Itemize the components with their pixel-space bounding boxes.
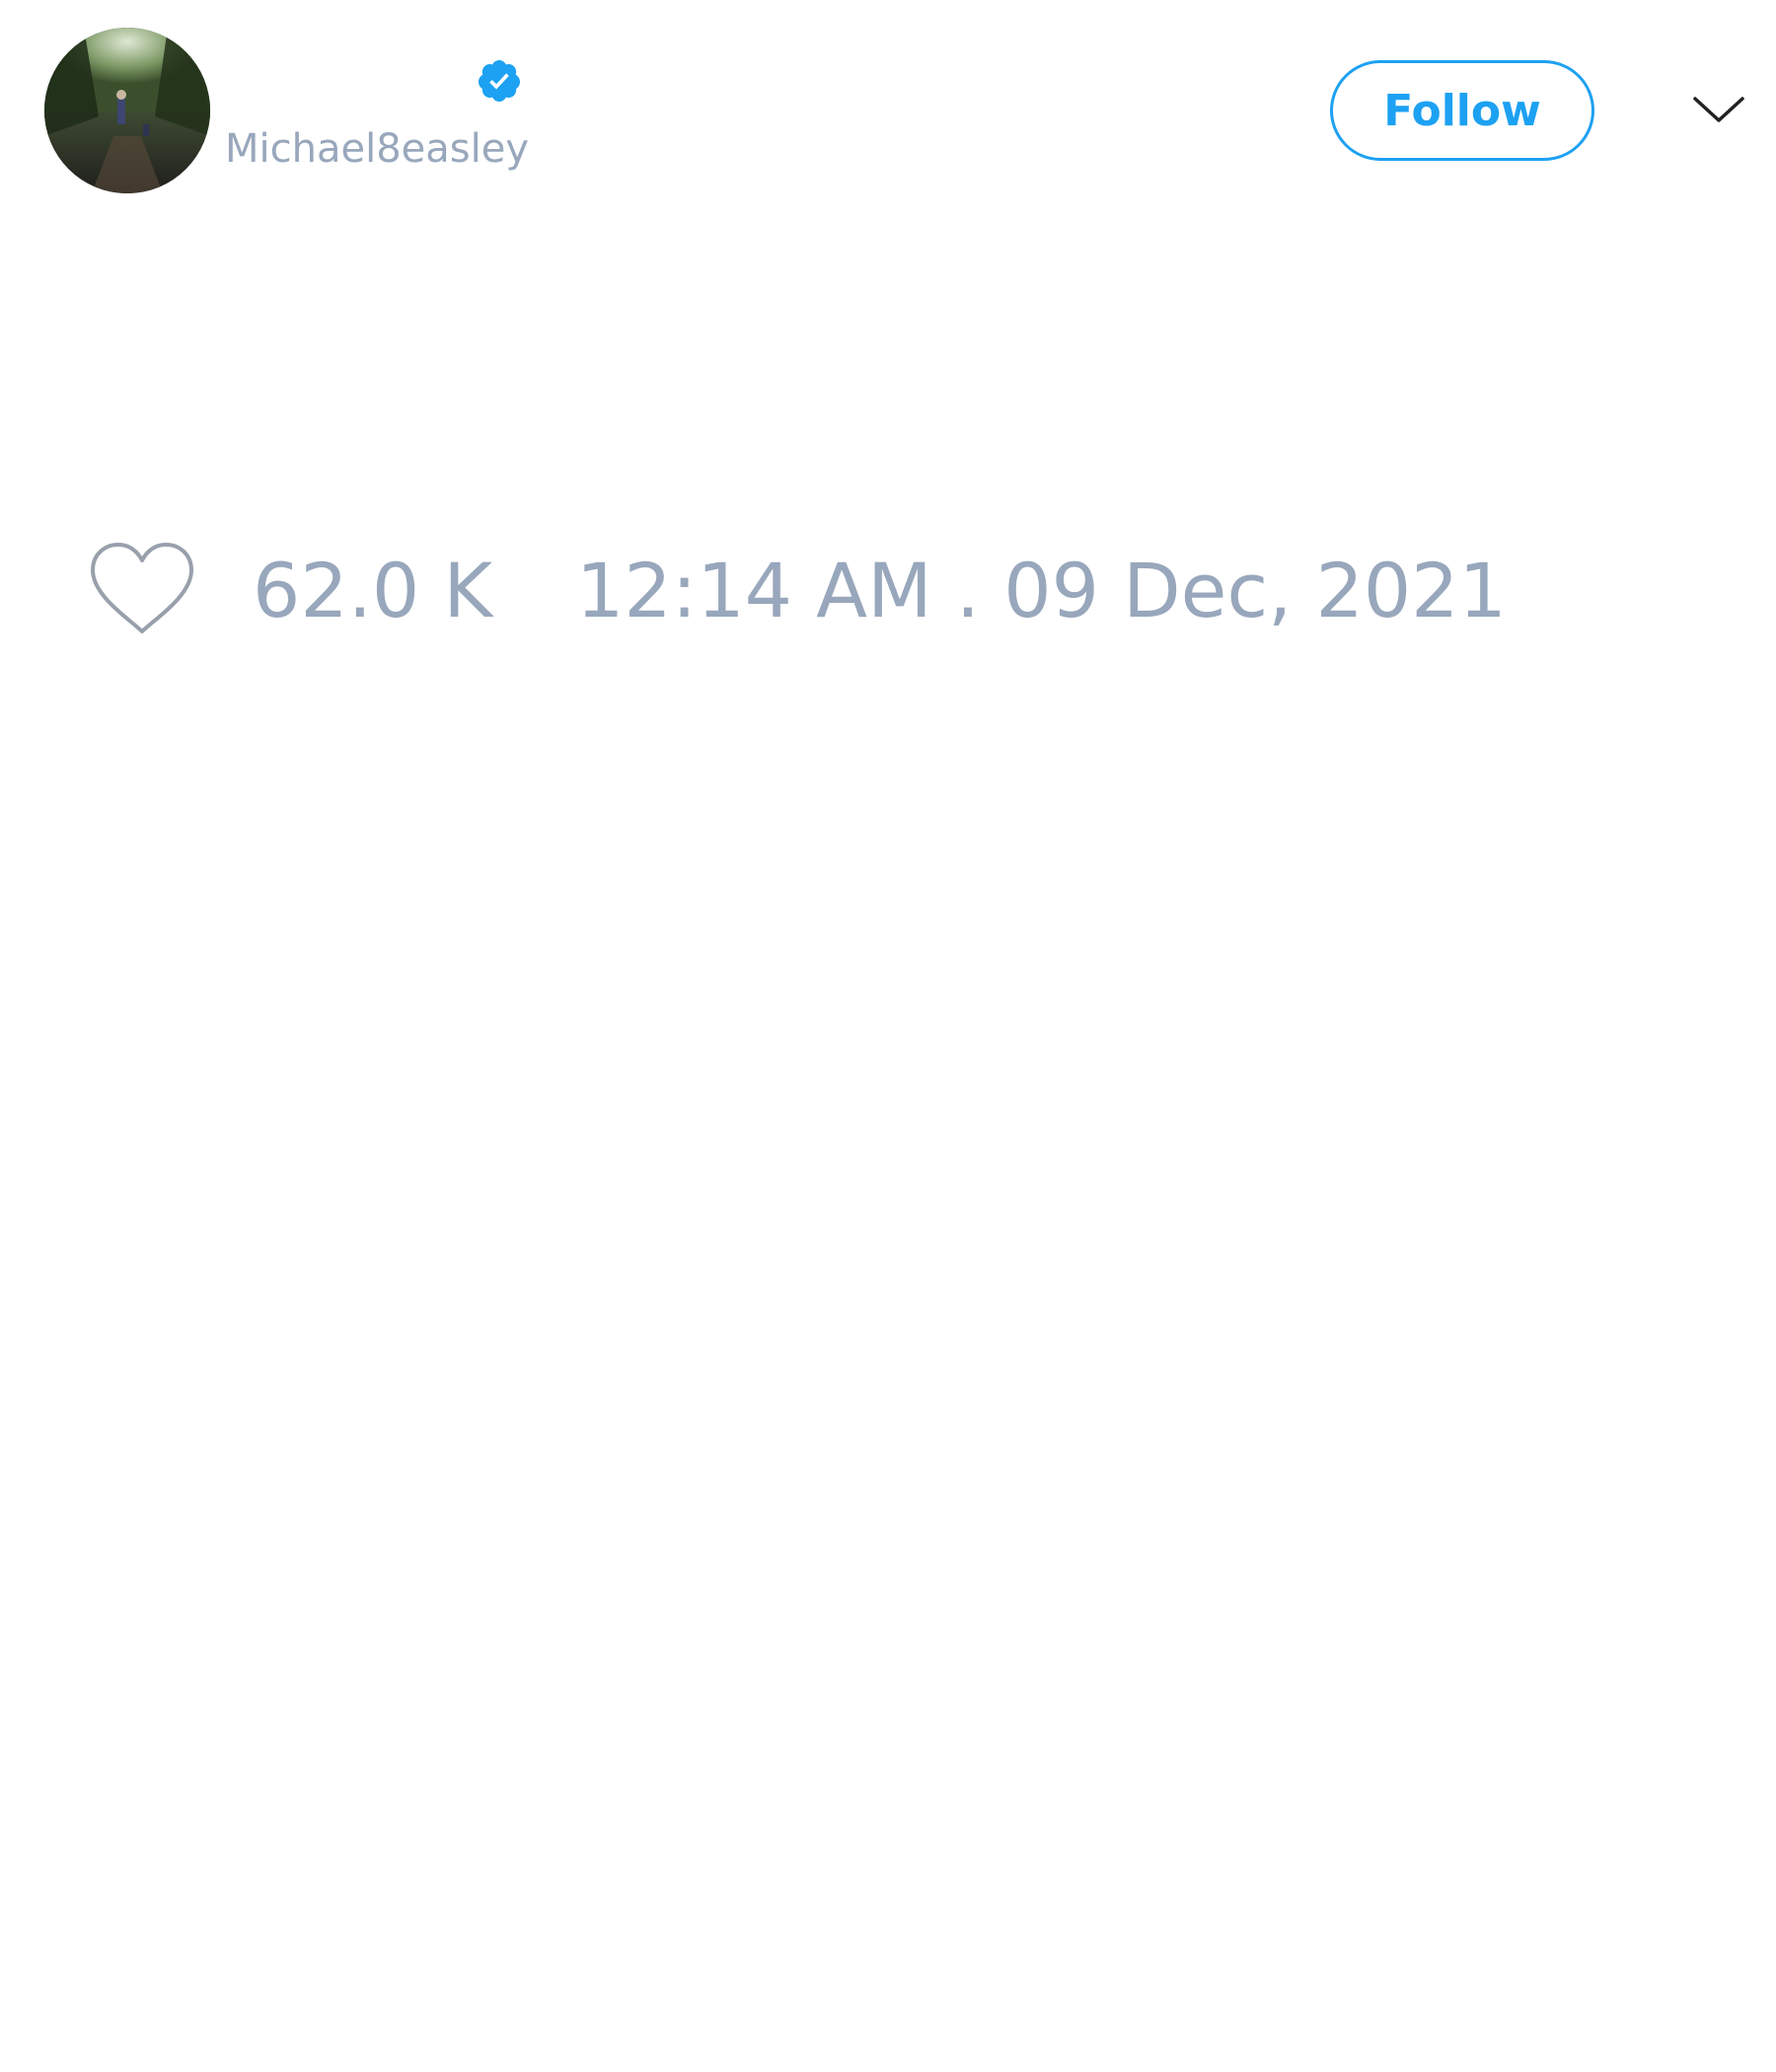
tweet-timestamp[interactable]: 12:14 AM . 09 Dec, 2021 <box>576 547 1507 635</box>
verified-badge-icon <box>476 57 523 105</box>
author-handle[interactable]: Michael8easley <box>225 124 529 174</box>
follow-button[interactable]: Follow <box>1330 60 1594 161</box>
chevron-down-icon[interactable] <box>1689 89 1748 128</box>
avatar[interactable] <box>44 28 210 193</box>
heart-icon[interactable] <box>87 541 197 639</box>
avatar-photo <box>44 28 210 193</box>
like-count: 62.0 K <box>253 547 493 634</box>
